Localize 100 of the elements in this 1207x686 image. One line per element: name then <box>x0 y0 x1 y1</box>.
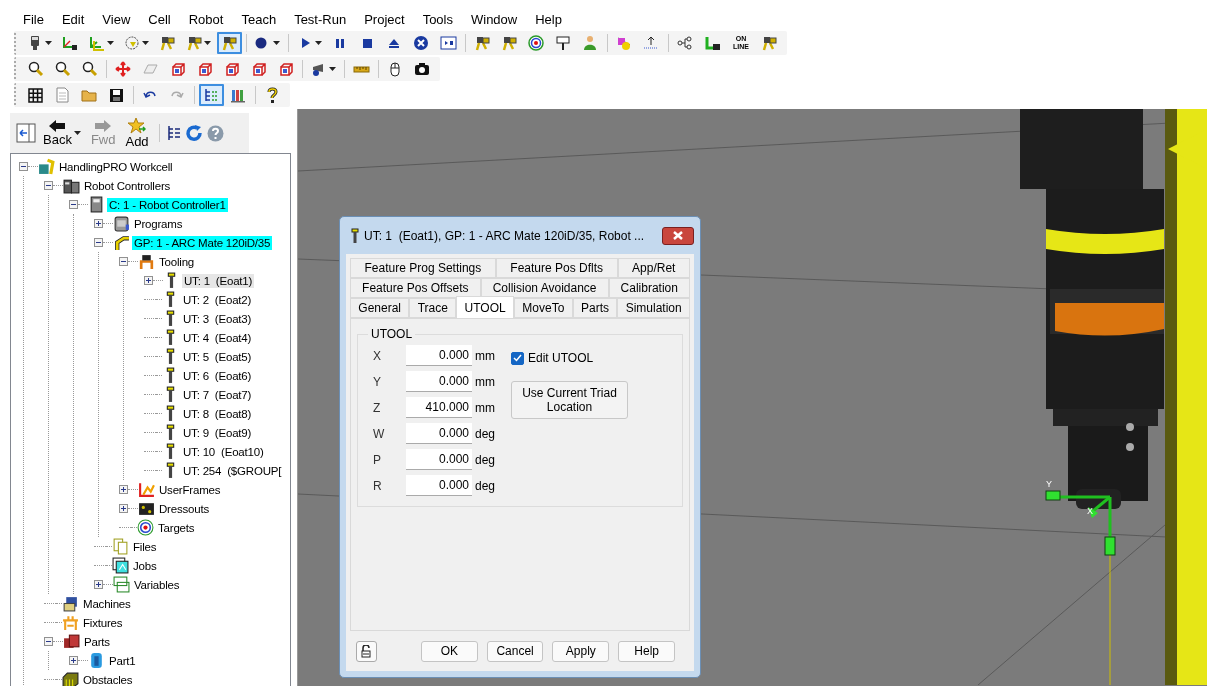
target-icon <box>528 34 545 52</box>
tool-icon <box>350 227 360 244</box>
tree-view-icon[interactable] <box>166 125 181 141</box>
tab[interactable]: UTOOL <box>456 296 514 318</box>
menu-item[interactable]: Help <box>526 12 571 27</box>
tree-item[interactable]: UT: 5 (Eoat5) <box>181 349 254 364</box>
orbit-icon <box>124 34 141 52</box>
tab[interactable]: Simulation <box>617 298 690 318</box>
tree-item[interactable]: GP: 1 - ARC Mate 120iD/35 <box>132 235 273 250</box>
collapse-toggle[interactable] <box>44 637 53 646</box>
collapse-toggle[interactable] <box>119 257 128 266</box>
tab[interactable]: Feature Prog Settings <box>350 258 496 278</box>
nav-button[interactable]: Back <box>40 119 84 147</box>
camera-icon <box>414 60 431 78</box>
robot-icon <box>186 34 203 52</box>
arrow-left-icon <box>49 119 66 132</box>
tree-view-button[interactable] <box>199 84 224 106</box>
input-field[interactable]: 410.000 <box>406 397 472 418</box>
tree-item[interactable]: UT: 3 (Eoat3) <box>181 311 254 326</box>
menu-item[interactable]: Tools <box>413 12 462 27</box>
tree-item[interactable]: Tooling <box>157 254 197 269</box>
minus-icon <box>20 163 27 170</box>
tab[interactable]: Trace <box>409 298 457 318</box>
tree-item[interactable]: C: 1 - Robot Controller1 <box>107 197 228 212</box>
refresh-icon[interactable] <box>184 124 203 142</box>
expand-toggle[interactable] <box>119 504 128 513</box>
tree-item[interactable]: Targets <box>156 520 197 535</box>
menu-item[interactable]: Project <box>355 12 414 27</box>
tree-item[interactable]: Obstacles <box>81 672 135 686</box>
collapse-toggle[interactable] <box>19 162 28 171</box>
menu-item[interactable]: View <box>93 12 140 27</box>
tab[interactable]: Collision Avoidance <box>480 278 609 298</box>
tree-item[interactable]: UT: 9 (Eoat9) <box>181 425 254 440</box>
zoom-in-icon <box>27 60 44 78</box>
tree-item[interactable]: UT: 6 (Eoat6) <box>181 368 254 383</box>
tree-item[interactable]: Variables <box>132 577 182 592</box>
tree-item[interactable]: Robot Controllers <box>82 178 173 193</box>
input-field[interactable]: 0.000 <box>406 423 472 444</box>
tab[interactable]: App/Ret <box>617 258 690 278</box>
tree-item[interactable]: Fixtures <box>81 615 125 630</box>
tree-item[interactable]: UT: 4 (Eoat4) <box>181 330 254 345</box>
tree-item[interactable]: Jobs <box>131 558 159 573</box>
nav-button[interactable]: Add <box>122 117 152 149</box>
minus-icon <box>95 239 102 246</box>
tab[interactable]: General <box>350 298 410 318</box>
input-field[interactable]: 0.000 <box>406 345 472 366</box>
input-field[interactable]: 0.000 <box>406 371 472 392</box>
tree-item[interactable]: UserFrames <box>157 482 223 497</box>
menu-item[interactable]: Edit <box>52 12 94 27</box>
menu-item[interactable]: Window <box>462 12 527 27</box>
input-field[interactable]: 0.000 <box>406 449 472 470</box>
expand-toggle[interactable] <box>94 580 103 589</box>
dialog-button[interactable]: Help <box>618 640 676 662</box>
minus-icon <box>70 201 77 208</box>
lock-button[interactable] <box>356 640 377 662</box>
collapse-toggle[interactable] <box>69 200 78 209</box>
tab[interactable]: Calibration <box>608 278 690 298</box>
menu-item[interactable]: Teach <box>232 12 286 27</box>
dialog-button[interactable]: OK <box>420 640 478 662</box>
tree-item[interactable]: Parts <box>82 634 112 649</box>
dialog-button[interactable]: Cancel <box>486 640 544 662</box>
robot-icon <box>474 34 491 52</box>
tree-item[interactable]: HandlingPRO Workcell <box>57 159 175 174</box>
tab[interactable]: Feature Pos Offsets <box>350 278 481 298</box>
arrow-right-icon <box>95 119 112 132</box>
cube-icon <box>250 60 267 78</box>
tree-item[interactable]: Programs <box>132 216 185 231</box>
tree-item[interactable]: UT: 7 (Eoat7) <box>181 387 254 402</box>
caret-icon <box>73 131 81 135</box>
tree-item[interactable]: Files <box>131 539 159 554</box>
tree-item[interactable]: UT: 8 (Eoat8) <box>181 406 254 421</box>
unit-label: mm <box>475 400 496 415</box>
collapse-toggle[interactable] <box>94 238 103 247</box>
expand-toggle[interactable] <box>119 485 128 494</box>
tab[interactable]: Parts <box>572 298 618 318</box>
close-button[interactable] <box>662 226 694 245</box>
menu-item[interactable]: File <box>14 12 53 27</box>
expand-toggle[interactable] <box>144 276 153 285</box>
tree-item[interactable]: Machines <box>81 596 133 611</box>
tab[interactable]: MoveTo <box>514 298 573 318</box>
collapse-toggle[interactable] <box>44 181 53 190</box>
menu-item[interactable]: Test-Run <box>285 12 356 27</box>
expand-toggle[interactable] <box>69 656 78 665</box>
panel-icon[interactable] <box>16 123 36 143</box>
tree-item[interactable]: Dressouts <box>157 501 211 516</box>
tree-item[interactable]: UT: 254 ($GROUP[ <box>181 463 284 478</box>
expand-toggle[interactable] <box>94 219 103 228</box>
dialog-button[interactable]: Apply <box>552 640 610 662</box>
group-title: UTOOL <box>370 327 414 341</box>
tree-item[interactable]: Part1 <box>107 653 138 668</box>
tab[interactable]: Feature Pos Dflts <box>495 258 618 278</box>
menu-item[interactable]: Robot <box>179 12 233 27</box>
checkbox[interactable] <box>511 351 524 365</box>
tree-item[interactable]: UT: 2 (Eoat2) <box>181 292 254 307</box>
tree-item[interactable]: UT: 1 (Eoat1) <box>182 273 255 288</box>
menu-item[interactable]: Cell <box>139 12 180 27</box>
help-icon[interactable] <box>206 124 224 142</box>
input-field[interactable]: 0.000 <box>406 475 472 496</box>
triad-location-button[interactable]: Use Current Triad Location <box>511 381 628 419</box>
tree-item[interactable]: UT: 10 (Eoat10) <box>181 444 266 459</box>
